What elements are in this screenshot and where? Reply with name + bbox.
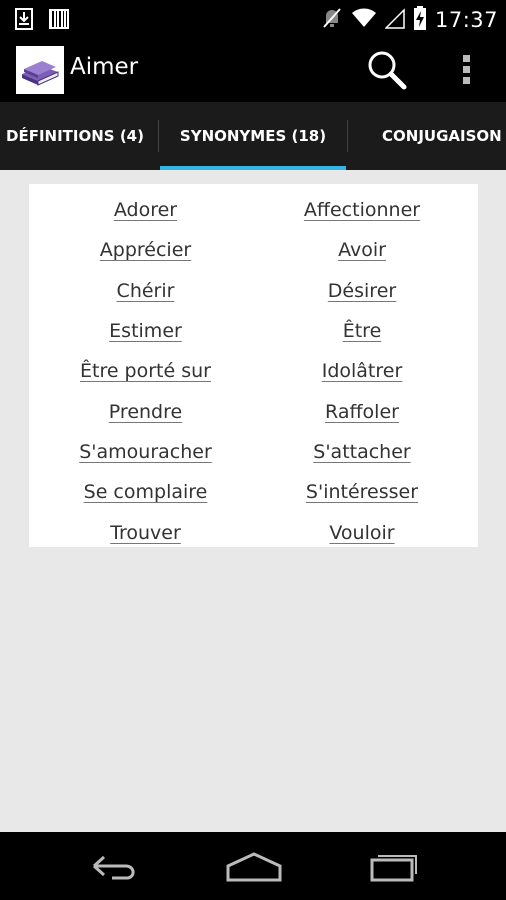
download-icon bbox=[14, 7, 34, 35]
synonym-link[interactable]: Apprécier bbox=[100, 239, 191, 261]
synonym-link[interactable]: Prendre bbox=[109, 401, 182, 423]
synonym-link[interactable]: Se complaire bbox=[84, 481, 208, 503]
synonym-link[interactable]: Estimer bbox=[109, 320, 182, 342]
tab-divider bbox=[158, 120, 159, 152]
wifi-icon bbox=[351, 7, 377, 33]
synonym-link[interactable]: Avoir bbox=[338, 239, 386, 261]
battery-charging-icon bbox=[413, 5, 427, 35]
tab-synonymes-label: SYNONYMES (18) bbox=[179, 127, 327, 145]
tab-conjugaison-label: CONJUGAISON bbox=[382, 127, 502, 145]
signal-icon bbox=[384, 7, 405, 33]
synonym-link[interactable]: S'attacher bbox=[313, 441, 410, 463]
tab-synonymes[interactable]: SYNONYMES (18) bbox=[160, 102, 346, 170]
tab-definitions-label: DÉFINITIONS (4) bbox=[6, 127, 144, 145]
synonym-link[interactable]: S'amouracher bbox=[79, 441, 212, 463]
synonym-link[interactable]: Trouver bbox=[110, 522, 181, 544]
back-icon[interactable] bbox=[84, 846, 144, 886]
tab-conjugaison[interactable]: CONJUGAISON bbox=[350, 102, 506, 170]
mute-icon bbox=[321, 6, 343, 34]
synonym-link[interactable]: Affectionner bbox=[304, 199, 420, 221]
synonym-link[interactable]: Raffoler bbox=[325, 401, 399, 423]
status-bar: 17:37 bbox=[0, 0, 506, 38]
clock-time: 17:37 bbox=[434, 8, 498, 32]
synonyms-card: Adorer Affectionner Apprécier Avoir Chér… bbox=[29, 184, 478, 547]
action-bar: Aimer bbox=[0, 38, 506, 102]
synonym-link[interactable]: Être porté sur bbox=[80, 360, 211, 382]
tab-divider bbox=[347, 120, 348, 152]
book-icon[interactable] bbox=[16, 46, 64, 94]
tab-bar: DÉFINITIONS (4) SYNONYMES (18) CONJUGAIS… bbox=[0, 102, 506, 171]
barcode-icon bbox=[48, 7, 70, 35]
navigation-bar bbox=[0, 832, 506, 900]
synonym-link[interactable]: Vouloir bbox=[329, 522, 394, 544]
tab-definitions[interactable]: DÉFINITIONS (4) bbox=[0, 102, 156, 170]
synonym-link[interactable]: Désirer bbox=[328, 280, 396, 302]
synonym-link[interactable]: Chérir bbox=[117, 280, 175, 302]
synonym-link[interactable]: Adorer bbox=[114, 199, 177, 221]
overflow-menu-icon[interactable] bbox=[452, 50, 482, 90]
home-icon[interactable] bbox=[224, 846, 284, 886]
app-title: Aimer bbox=[70, 54, 139, 80]
synonym-link[interactable]: S'intéresser bbox=[306, 481, 418, 503]
recents-icon[interactable] bbox=[364, 846, 424, 886]
synonyms-grid: Adorer Affectionner Apprécier Avoir Chér… bbox=[29, 190, 478, 553]
synonym-link[interactable]: Idolâtrer bbox=[322, 360, 403, 382]
synonym-link[interactable]: Être bbox=[343, 320, 382, 342]
search-icon[interactable] bbox=[366, 50, 410, 90]
